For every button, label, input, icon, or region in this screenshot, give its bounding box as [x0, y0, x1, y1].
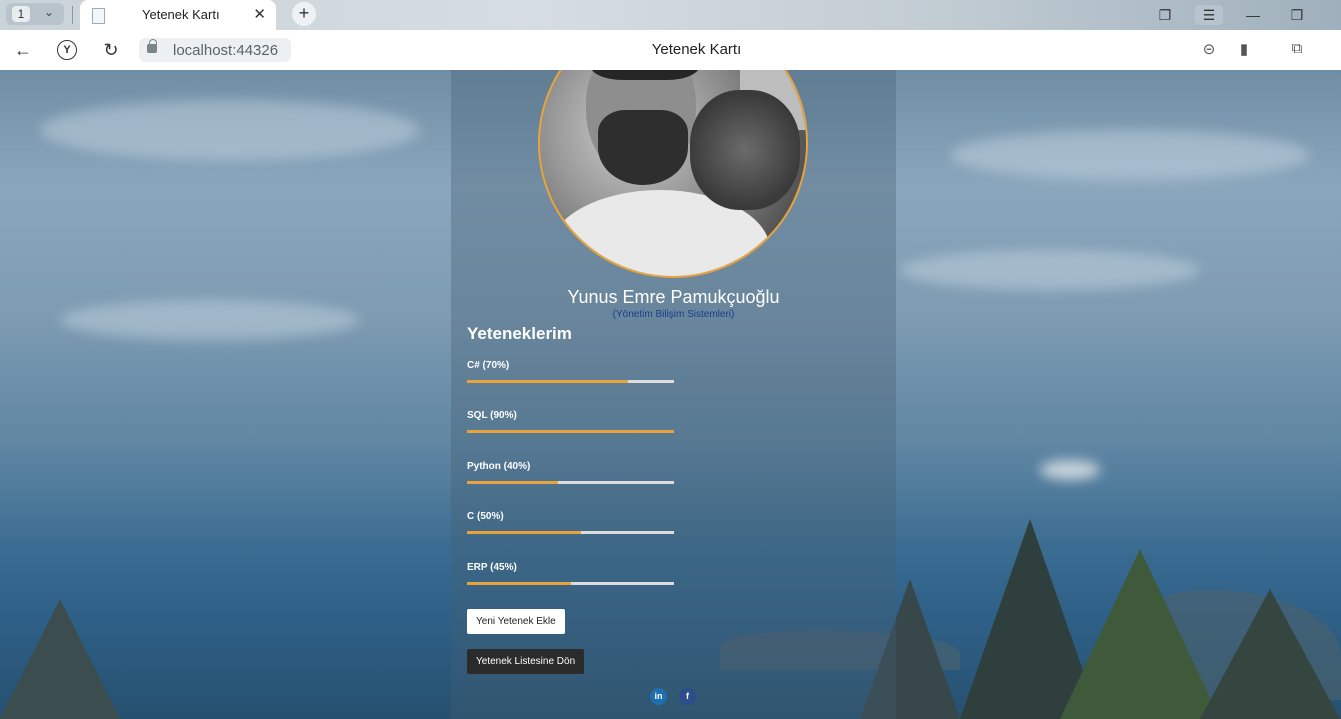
page-icon — [92, 8, 105, 24]
cat-image — [690, 90, 800, 210]
back-to-list-button[interactable]: Yetenek Listesine Dön — [467, 649, 585, 674]
minimize-icon[interactable]: — — [1239, 5, 1267, 25]
skill-item: ERP (45%) — [467, 562, 674, 585]
profile-photo — [538, 70, 808, 278]
skill-label: ERP (45%) — [467, 562, 517, 573]
tab-count: 1 — [12, 6, 30, 22]
chevron-down-icon: ⌄ — [44, 5, 55, 19]
cloud — [60, 300, 360, 340]
skill-label: C (50%) — [467, 511, 504, 522]
skill-progress-bar — [467, 430, 674, 433]
browser-tab[interactable]: Yetenek Kartı ✕ — [80, 0, 276, 30]
bookmark-icon[interactable]: ▮ — [1234, 40, 1254, 58]
skill-label: Python (40%) — [467, 461, 531, 472]
skill-item: C# (70%) — [467, 360, 674, 383]
skill-progress-bar — [467, 531, 674, 534]
page-title: Yetenek Kartı — [651, 41, 742, 58]
tree — [1200, 589, 1340, 719]
add-skill-button[interactable]: Yeni Yetenek Ekle — [467, 609, 565, 634]
new-tab-button[interactable]: + — [292, 2, 316, 26]
address-bar: ← Y ↻ localhost:44326 Yetenek Kartı ⊝ ▮ … — [0, 30, 1341, 71]
cloud — [1040, 460, 1100, 480]
profile-name: Yunus Emre Pamukçuoğlu — [567, 287, 780, 307]
skill-item: Python (40%) — [467, 461, 674, 484]
tree — [1060, 549, 1220, 719]
tab-title: Yetenek Kartı — [142, 7, 220, 22]
menu-icon[interactable]: ☰ — [1195, 5, 1223, 25]
page-background: Yunus Emre Pamukçuoğlu (Yönetim Bilişim … — [0, 70, 1341, 719]
extensions-icon[interactable]: ⧉ — [1287, 40, 1307, 57]
facebook-icon[interactable]: f — [679, 688, 696, 705]
skill-item: C (50%) — [467, 511, 674, 534]
skills-heading: Yeteneklerim — [467, 324, 572, 343]
collections-icon[interactable]: ❐ — [1151, 5, 1179, 25]
profile-department: (Yönetim Bilişim Sistemleri) — [612, 309, 735, 320]
skill-progress-bar — [467, 582, 674, 585]
skill-progress-bar — [467, 380, 674, 383]
skill-label: C# (70%) — [467, 360, 510, 371]
tree — [0, 599, 120, 719]
close-icon[interactable]: ✕ — [253, 5, 266, 23]
tab-counter-button[interactable]: 1 ⌄ — [6, 3, 64, 25]
skill-item: SQL (90%) — [467, 410, 674, 433]
cloud — [900, 250, 1200, 290]
skill-card: Yunus Emre Pamukçuoğlu (Yönetim Bilişim … — [451, 70, 896, 719]
restore-icon[interactable]: ❐ — [1283, 5, 1311, 25]
translate-icon[interactable]: ⊝ — [1199, 40, 1219, 58]
linkedin-icon[interactable]: in — [650, 688, 667, 705]
tab-bar: 1 ⌄ Yetenek Kartı ✕ + ❐ ☰ — ❐ — [0, 0, 1341, 30]
skill-progress-bar — [467, 481, 674, 484]
cloud — [40, 100, 420, 160]
cloud — [950, 130, 1310, 180]
skill-label: SQL (90%) — [467, 410, 517, 421]
tab-separator — [72, 6, 73, 24]
